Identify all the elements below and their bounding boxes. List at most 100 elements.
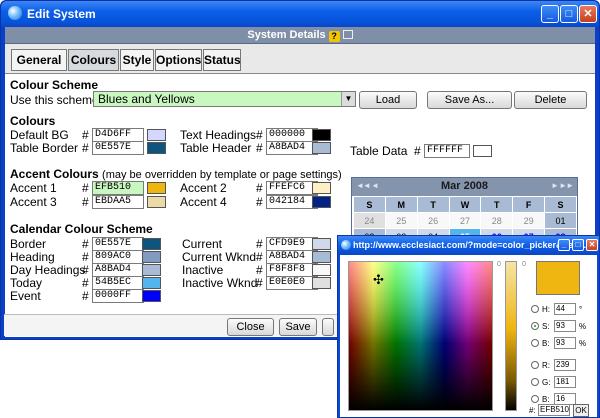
- current-swatch[interactable]: [312, 238, 331, 250]
- popup-close-button[interactable]: ✕: [586, 239, 598, 251]
- table-data-input[interactable]: FFFFFF: [424, 144, 470, 158]
- inactive-wknd-swatch[interactable]: [312, 277, 331, 289]
- ok-button[interactable]: OK: [573, 404, 589, 417]
- maximize-button[interactable]: □: [560, 5, 578, 23]
- g-input[interactable]: 181: [554, 376, 576, 388]
- event-input[interactable]: 0000FF: [92, 289, 144, 303]
- table-data-swatch[interactable]: [473, 145, 492, 157]
- heading-input[interactable]: 809AC0: [92, 250, 144, 264]
- text-headings-swatch[interactable]: [312, 129, 331, 141]
- g-radio[interactable]: [531, 378, 539, 386]
- popup-maximize-button[interactable]: □: [572, 239, 584, 251]
- tab-general[interactable]: General: [11, 49, 67, 71]
- day-heading: T: [416, 196, 450, 213]
- window-titlebar[interactable]: Edit System _ □ ✕: [1, 1, 599, 27]
- h-radio[interactable]: [531, 305, 539, 313]
- accent-4-swatch[interactable]: [312, 196, 331, 208]
- close-window-button[interactable]: ✕: [579, 5, 597, 23]
- today-input[interactable]: 54B5EC: [92, 276, 144, 290]
- day-heading: M: [384, 196, 418, 213]
- hash-label: #: [256, 181, 263, 195]
- accent-1-input[interactable]: EFB510: [92, 181, 144, 195]
- accent-2-input[interactable]: FFEFC6: [266, 181, 318, 195]
- save-button[interactable]: Save: [279, 318, 317, 336]
- delete-button[interactable]: Delete: [514, 91, 587, 109]
- calendar-day[interactable]: 26: [416, 212, 450, 229]
- hash-label: #: [82, 276, 89, 290]
- table-header-input[interactable]: A8BAD4: [266, 141, 318, 155]
- current-input[interactable]: CFD9E9: [266, 237, 318, 251]
- scheme-select[interactable]: Blues and Yellows ▼: [93, 91, 356, 107]
- today-swatch[interactable]: [142, 277, 161, 289]
- h-unit: °: [579, 305, 583, 314]
- hash-label: #: [82, 237, 89, 251]
- save-as-button[interactable]: Save As...: [427, 91, 512, 109]
- border-swatch[interactable]: [142, 238, 161, 250]
- accent-4-input[interactable]: 042184: [266, 195, 318, 209]
- popup-minimize-button[interactable]: _: [558, 239, 570, 251]
- inactive-input[interactable]: F8F8F8: [266, 263, 318, 277]
- calendar-day[interactable]: 27: [448, 212, 482, 229]
- table-border-swatch[interactable]: [147, 142, 166, 154]
- tab-colours[interactable]: Colours: [68, 49, 119, 71]
- border-input[interactable]: 0E557E: [92, 237, 144, 251]
- blue-radio[interactable]: [531, 395, 539, 403]
- s-input[interactable]: 93: [554, 320, 576, 332]
- window-title: Edit System: [27, 7, 96, 21]
- day-headings-input[interactable]: A8BAD4: [92, 263, 144, 277]
- tab-style[interactable]: Style: [120, 49, 154, 71]
- tab-status[interactable]: Status: [203, 49, 241, 71]
- accent-2-swatch[interactable]: [312, 182, 331, 194]
- hash-label: #: [82, 250, 89, 264]
- table-header-swatch[interactable]: [312, 142, 331, 154]
- calendar-day[interactable]: 24: [353, 212, 386, 229]
- calendar-next-nav[interactable]: ► ►►: [551, 181, 574, 190]
- app-icon: [8, 6, 22, 20]
- event-swatch[interactable]: [142, 290, 161, 302]
- scale-top-label: 0: [497, 261, 501, 268]
- notes-icon[interactable]: [342, 30, 353, 39]
- hue-slider[interactable]: [505, 261, 517, 411]
- calendar-day[interactable]: 28: [480, 212, 514, 229]
- hash-label: #: [82, 263, 89, 277]
- help-icon[interactable]: ?: [328, 31, 340, 42]
- s-radio[interactable]: [531, 322, 539, 330]
- more-button[interactable]: [322, 318, 334, 336]
- crosshair-cursor-icon[interactable]: ✣: [373, 272, 384, 288]
- tab-options[interactable]: Options: [155, 49, 202, 71]
- accent-3-swatch[interactable]: [147, 196, 166, 208]
- text-headings-input[interactable]: 000000: [266, 128, 318, 142]
- heading-swatch[interactable]: [142, 251, 161, 263]
- table-border-label: Table Border: [10, 141, 79, 155]
- day-headings-swatch[interactable]: [142, 264, 161, 276]
- calendar-day[interactable]: 25: [384, 212, 418, 229]
- hex-input[interactable]: EFB510: [538, 404, 570, 416]
- default-bg-swatch[interactable]: [147, 129, 166, 141]
- current-wknd-input[interactable]: A8BAD4: [266, 250, 318, 264]
- color-preview: [536, 261, 580, 295]
- close-button[interactable]: Close: [227, 318, 274, 336]
- accent-3-input[interactable]: EBDAA5: [92, 195, 144, 209]
- r-radio[interactable]: [531, 361, 539, 369]
- minimize-button[interactable]: _: [541, 5, 559, 23]
- current-wknd-swatch[interactable]: [312, 251, 331, 263]
- b-radio[interactable]: [531, 339, 539, 347]
- inactive-swatch[interactable]: [312, 264, 331, 276]
- hash-label: #: [82, 128, 89, 142]
- accent-1-swatch[interactable]: [147, 182, 166, 194]
- default-bg-input[interactable]: D4D6FF: [92, 128, 144, 142]
- calendar-day[interactable]: 29: [512, 212, 546, 229]
- table-border-input[interactable]: 0E557E: [92, 141, 144, 155]
- chevron-down-icon[interactable]: ▼: [341, 92, 355, 106]
- inactive-wknd-input[interactable]: E0E0E0: [266, 276, 318, 290]
- load-button[interactable]: Load: [359, 91, 417, 109]
- hash-label: #: [414, 144, 421, 158]
- calendar-day[interactable]: 01: [544, 212, 577, 229]
- saturation-brightness-field[interactable]: ✣: [348, 261, 493, 411]
- border-label: Border: [10, 237, 47, 251]
- popup-titlebar[interactable]: http://www.ecclesiact.com/?mode=color_pi…: [338, 236, 599, 255]
- hash-label: #: [256, 276, 263, 290]
- b-input[interactable]: 93: [554, 337, 576, 349]
- r-input[interactable]: 239: [554, 359, 576, 371]
- h-input[interactable]: 44: [554, 303, 576, 315]
